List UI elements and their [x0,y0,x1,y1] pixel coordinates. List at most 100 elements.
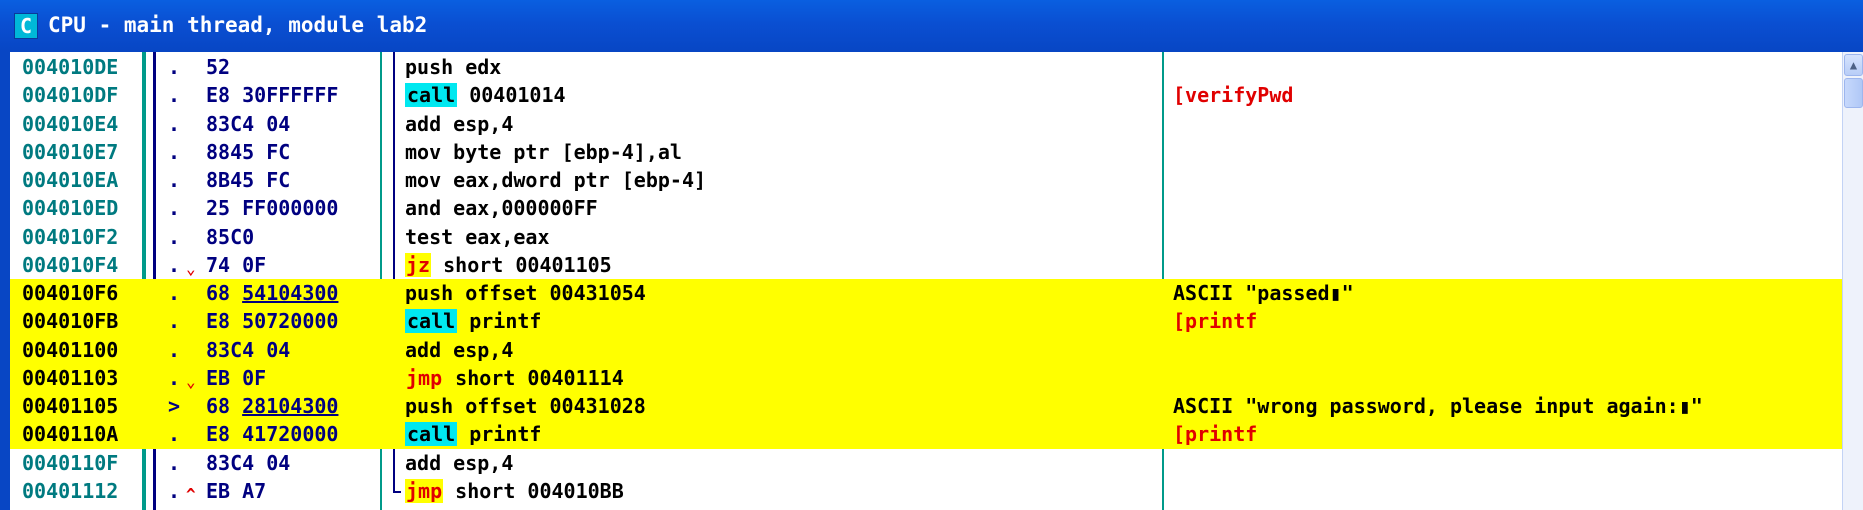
jump-marker: . [168,138,192,166]
jump-marker-symbol: . [168,111,181,136]
address-cell[interactable]: 004010F4 [22,251,118,279]
hex-bytes: E8 50720000 [206,309,339,334]
instruction-cell[interactable]: push offset 00431054 [405,279,646,307]
instruction-text: short 004010BB [443,478,624,503]
comment-cell[interactable]: [verifyPwd [1173,81,1293,109]
jump-up-arrow-icon: ^ [186,484,196,504]
comment-cell[interactable]: ASCII "passed▮" [1173,279,1354,307]
instruction-text: push edx [405,55,502,79]
comment-cell[interactable]: ASCII "wrong password, please input agai… [1173,392,1703,420]
instruction-cell[interactable]: and eax,000000FF [405,194,598,222]
hex-fixup-bytes: 54104300 [242,281,339,305]
disassembly-pane[interactable]: 004010DE. 52 push edx 004010DF. E8 30FFFFFF c… [10,52,1842,510]
hex-bytes-cell[interactable]: E8 41720000 [206,420,338,448]
hex-bytes-cell[interactable]: EB 0F [206,364,266,392]
hex-bytes: 8B45 FC [206,168,291,192]
cpu-window-icon[interactable]: C [14,13,38,39]
scrollbar-thumb[interactable] [1844,78,1863,108]
hex-bytes-cell[interactable]: 83C4 04 [206,449,290,477]
comment-text: ASCII "passed▮" [1173,281,1354,305]
comment-cell[interactable]: [printf [1173,307,1257,335]
disasm-row[interactable]: 0040110A. E8 41720000 call printf [printf [10,420,1842,449]
hex-bytes-cell[interactable]: 68 54104300 [206,279,338,307]
disasm-row[interactable]: 004010ED. 25 FF000000 and eax,000000FF [10,194,1842,222]
instruction-cell[interactable]: call printf [405,307,541,335]
instruction-cell[interactable]: jmp short 00401114 [405,364,624,392]
disasm-row[interactable]: 0040110F. 83C4 04 add esp,4 [10,449,1842,477]
comment-cell[interactable]: [printf [1173,420,1257,448]
disasm-row[interactable]: 004010F6. 68 54104300 push offset 00431054… [10,279,1842,308]
instruction-cell[interactable]: add esp,4 [405,449,513,477]
call-bracket-icon: [ [1173,309,1186,334]
hex-bytes-cell[interactable]: 25 FF000000 [206,194,338,222]
instruction-cell[interactable]: test eax,eax [405,223,550,251]
hex-bytes-cell[interactable]: 52 [206,53,230,81]
hex-bytes-cell[interactable]: 83C4 04 [206,110,290,138]
hex-bytes-cell[interactable]: 8845 FC [206,138,290,166]
disasm-row[interactable]: 00401105 >68 28104300 push offset 00431028… [10,392,1842,421]
address-cell[interactable]: 00401112 [22,477,118,505]
hex-bytes-cell[interactable]: E8 50720000 [206,307,338,335]
address-cell[interactable]: 00401103 [22,364,118,392]
jump-marker: > [168,392,192,420]
instruction-text: printf [457,422,542,447]
hex-bytes-cell[interactable]: 85C0 [206,223,254,251]
disasm-row[interactable]: 004010DF. E8 30FFFFFF call 00401014 [verify… [10,81,1842,109]
address-cell[interactable]: 004010DE [22,53,118,81]
hex-bytes-cell[interactable]: EB A7 [206,477,266,505]
instruction-cell[interactable]: push offset 00431028 [405,392,646,420]
hex-bytes-cell[interactable]: E8 30FFFFFF [206,81,338,109]
instruction-cell[interactable]: call printf [405,420,541,448]
instruction-cell[interactable]: call 00401014 [405,81,566,109]
address-cell[interactable]: 004010FB [22,307,118,335]
address-cell[interactable]: 00401100 [22,336,118,364]
instruction-text: 00401014 [457,83,566,108]
address-cell[interactable]: 004010EA [22,166,118,194]
address-cell[interactable]: 004010F2 [22,223,118,251]
disasm-row[interactable]: 004010E7. 8845 FC mov byte ptr [ebp-4],al [10,138,1842,166]
instruction-cell[interactable]: mov byte ptr [ebp-4],al [405,138,682,166]
jump-marker: . ⌄ [168,364,196,392]
disasm-row[interactable]: 00401112. ^ EB A7 jmp short 004010BB [10,477,1842,505]
instruction-cell[interactable]: jmp short 004010BB [405,477,624,505]
disasm-row[interactable]: 00401100. 83C4 04 add esp,4 [10,335,1842,364]
address-cell[interactable]: 004010E7 [22,138,118,166]
hex-bytes: 85C0 [206,224,255,249]
address-cell[interactable]: 0040110F [22,449,118,477]
instruction-cell[interactable]: add esp,4 [405,336,513,364]
address-cell[interactable]: 00401105 [22,392,118,420]
disasm-row[interactable]: 004010F2. 85C0 test eax,eax [10,223,1842,251]
address-cell[interactable]: 004010DF [22,81,118,109]
jump-marker-symbol: . [168,422,181,447]
call-bracket-icon: [ [1173,83,1186,108]
hex-bytes-cell[interactable]: 74 0F [206,251,266,279]
disasm-row[interactable]: 004010EA. 8B45 FC mov eax,dword ptr [ebp-4… [10,166,1842,194]
address-cell[interactable]: 0040110A [22,420,118,448]
address-cell[interactable]: 004010ED [22,194,118,222]
hex-bytes: EB 0F [206,365,267,390]
hex-bytes-cell[interactable]: 8B45 FC [206,166,290,194]
disasm-row[interactable]: 004010FB. E8 50720000 call printf [printf [10,307,1842,336]
jump-marker: . [168,166,192,194]
call-mnemonic: call [405,83,458,108]
hex-bytes-cell[interactable]: 68 28104300 [206,392,338,420]
title-bar[interactable]: C CPU - main thread, module lab2 [0,0,1863,52]
call-mnemonic: call [405,309,458,334]
instruction-cell[interactable]: push edx [405,53,501,81]
disasm-row[interactable]: 004010DE. 52 push edx [10,53,1842,81]
instruction-cell[interactable]: add esp,4 [405,110,513,138]
jump-mnemonic: jmp [405,478,444,503]
call-mnemonic: call [405,422,458,447]
hex-bytes: 83C4 04 [206,337,291,362]
disasm-row[interactable]: 004010F4 . ⌄ 74 0F jz short 00401105 [10,251,1842,279]
scroll-up-arrow-icon[interactable]: ▲ [1844,54,1863,76]
disasm-row[interactable]: 00401103 . ⌄ EB 0F jmp short 00401114 [10,363,1842,392]
jump-marker-symbol: . [168,365,181,390]
disasm-row[interactable]: 004010E4. 83C4 04 add esp,4 [10,110,1842,138]
address-cell[interactable]: 004010E4 [22,110,118,138]
instruction-cell[interactable]: jz short 00401105 [405,251,612,279]
vertical-scrollbar[interactable]: ▲ [1842,52,1863,510]
address-cell[interactable]: 004010F6 [22,279,118,307]
instruction-cell[interactable]: mov eax,dword ptr [ebp-4] [405,166,706,194]
hex-bytes-cell[interactable]: 83C4 04 [206,336,290,364]
